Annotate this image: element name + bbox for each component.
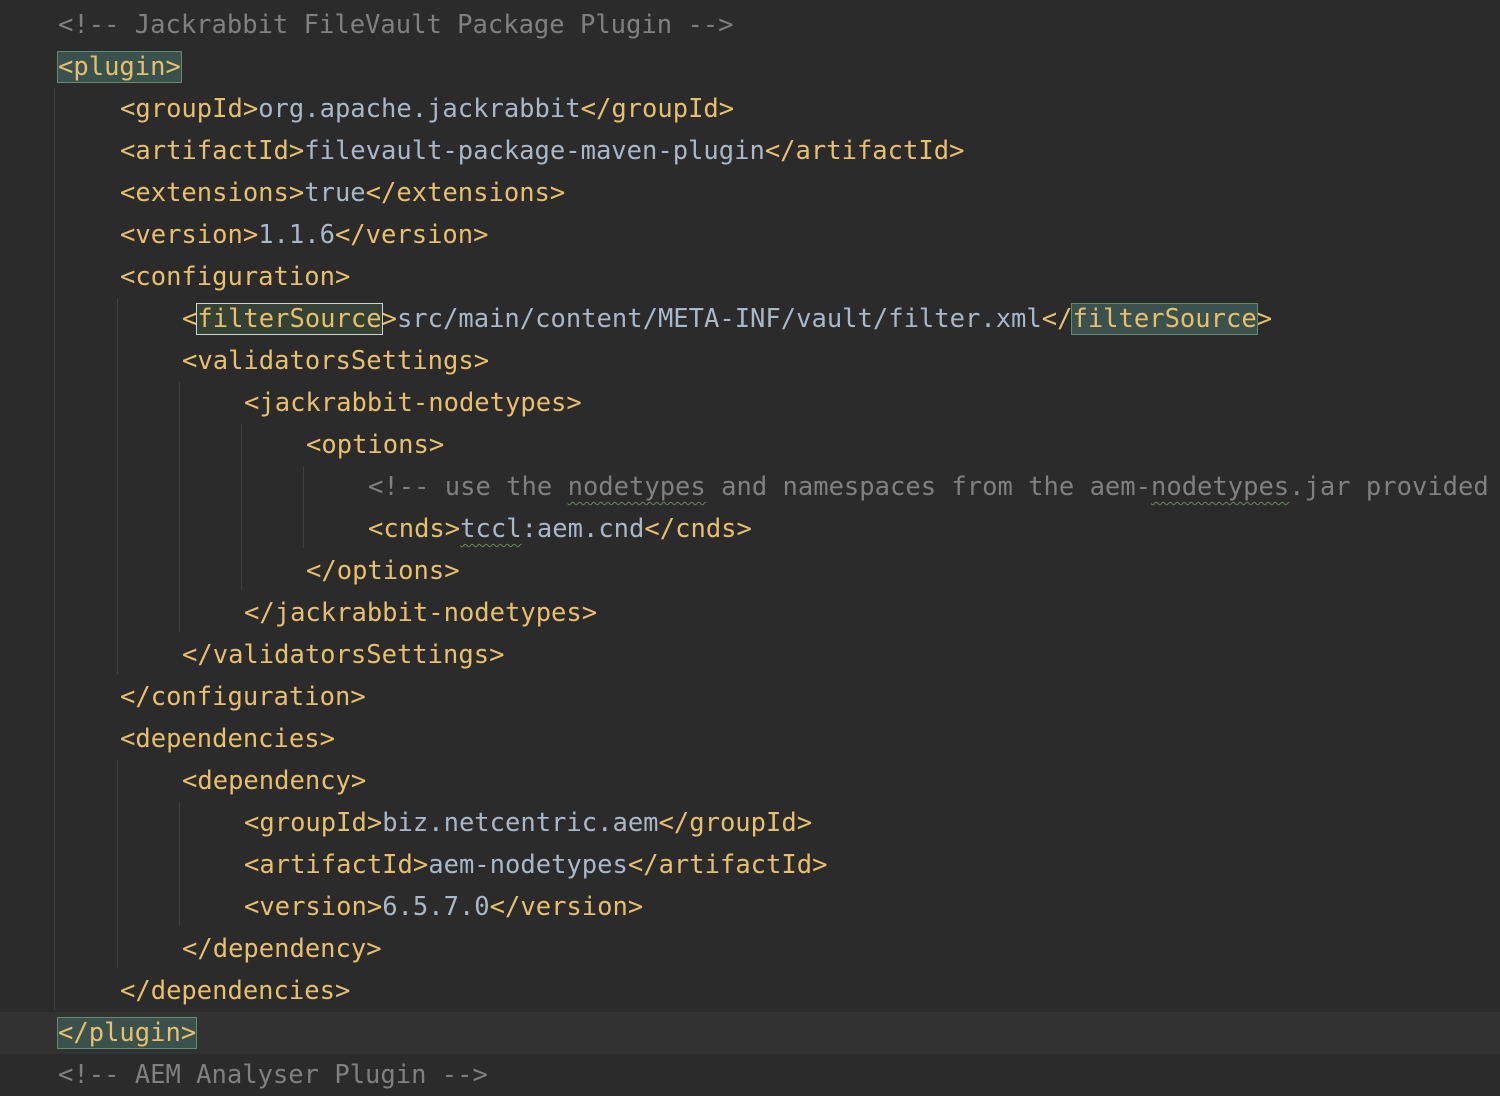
- xml-comment: <!-- Jackrabbit FileVault Package Plugin…: [58, 10, 734, 40]
- current-code-line[interactable]: </plugin>: [0, 1012, 1500, 1054]
- tag-value: org.apache.jackrabbit: [258, 94, 581, 124]
- tag-value: 6.5.7.0: [382, 892, 490, 922]
- tag-name: jackrabbit-nodetypes: [274, 598, 582, 628]
- tag-name: artifactId: [795, 136, 950, 166]
- code-line[interactable]: </configuration>: [0, 676, 1500, 718]
- code-line[interactable]: <groupId>org.apache.jackrabbit</groupId>: [0, 88, 1500, 130]
- code-line[interactable]: <cnds>tccl:aem.cnd</cnds>: [0, 508, 1500, 550]
- tag-value: filevault-package-maven-plugin: [304, 136, 765, 166]
- tag-name: groupId: [611, 94, 719, 124]
- tag-name: version: [520, 892, 628, 922]
- code-line[interactable]: <dependency>: [0, 760, 1500, 802]
- code-line[interactable]: <options>: [0, 424, 1500, 466]
- code-line[interactable]: <!-- AEM Analyser Plugin -->: [0, 1054, 1500, 1096]
- code-line[interactable]: </dependency>: [0, 928, 1500, 970]
- xml-comment: <!-- AEM Analyser Plugin -->: [58, 1060, 488, 1090]
- code-line[interactable]: </jackrabbit-nodetypes>: [0, 592, 1500, 634]
- plugin-close-tag: </plugin>: [56, 1017, 198, 1049]
- code-line[interactable]: </validatorsSettings>: [0, 634, 1500, 676]
- tag-name: groupId: [259, 808, 367, 838]
- tag-value: true: [304, 178, 366, 208]
- tag-name: extensions: [396, 178, 550, 208]
- tag-name: dependencies: [135, 724, 320, 754]
- code-line[interactable]: </options>: [0, 550, 1500, 592]
- tag-name: options: [336, 556, 445, 586]
- code-line[interactable]: <!-- Jackrabbit FileVault Package Plugin…: [0, 4, 1500, 46]
- tag-name: extensions: [135, 178, 289, 208]
- tag-name: groupId: [135, 94, 243, 124]
- filter-source-open-tag: filterSource: [196, 303, 383, 335]
- tag-name: options: [321, 430, 429, 460]
- spelling-warning: nodetypes: [567, 472, 706, 502]
- tag-name: dependencies: [150, 976, 335, 1006]
- tag-name: groupId: [689, 808, 797, 838]
- code-line[interactable]: <dependencies>: [0, 718, 1500, 760]
- code-line[interactable]: <extensions>true</extensions>: [0, 172, 1500, 214]
- code-line[interactable]: <version>1.1.6</version>: [0, 214, 1500, 256]
- code-editor[interactable]: <!-- Jackrabbit FileVault Package Plugin…: [0, 0, 1500, 1096]
- tag-value: aem-nodetypes: [428, 850, 628, 880]
- tag-name: configuration: [150, 682, 351, 712]
- code-line[interactable]: <validatorsSettings>: [0, 340, 1500, 382]
- plugin-open-tag: <plugin>: [57, 51, 182, 83]
- tag-name: cnds: [383, 514, 445, 544]
- code-line[interactable]: <groupId>biz.netcentric.aem</groupId>: [0, 802, 1500, 844]
- tag-name: version: [135, 220, 243, 250]
- code-line[interactable]: <artifactId>filevault-package-maven-plug…: [0, 130, 1500, 172]
- code-line[interactable]: <artifactId>aem-nodetypes</artifactId>: [0, 844, 1500, 886]
- tag-name: validatorsSettings: [197, 346, 474, 376]
- tag-value: biz.netcentric.aem: [382, 808, 659, 838]
- spelling-warning: tccl: [460, 514, 522, 544]
- code-line[interactable]: <jackrabbit-nodetypes>: [0, 382, 1500, 424]
- tag-name: artifactId: [259, 850, 413, 880]
- xml-comment: <!-- use the nodetypes and namespaces fr…: [368, 472, 1489, 502]
- tag-value: tccl:aem.cnd: [460, 514, 645, 544]
- tag-name: configuration: [135, 262, 335, 292]
- tag-name: artifactId: [658, 850, 813, 880]
- tag-name: validatorsSettings: [212, 640, 490, 670]
- tag-name: dependency: [197, 766, 351, 796]
- code-line[interactable]: </dependencies>: [0, 970, 1500, 1012]
- tag-value: 1.1.6: [258, 220, 335, 250]
- tag-name: dependency: [212, 934, 367, 964]
- code-line[interactable]: <plugin>: [0, 46, 1500, 88]
- code-line[interactable]: <configuration>: [0, 256, 1500, 298]
- tag-name: version: [365, 220, 474, 250]
- tag-name: artifactId: [135, 136, 289, 166]
- filter-source-close-tag: filterSource: [1071, 303, 1258, 335]
- tag-name: version: [259, 892, 367, 922]
- spelling-warning: nodetypes: [1150, 472, 1290, 502]
- code-line[interactable]: <!-- use the nodetypes and namespaces fr…: [0, 466, 1500, 508]
- code-line[interactable]: <filterSource>src/main/content/META-INF/…: [0, 298, 1500, 340]
- tag-name: cnds: [675, 514, 737, 544]
- code-line[interactable]: <version>6.5.7.0</version>: [0, 886, 1500, 928]
- tag-name: jackrabbit-nodetypes: [259, 388, 567, 418]
- tag-value: src/main/content/META-INF/vault/filter.x…: [396, 304, 1042, 334]
